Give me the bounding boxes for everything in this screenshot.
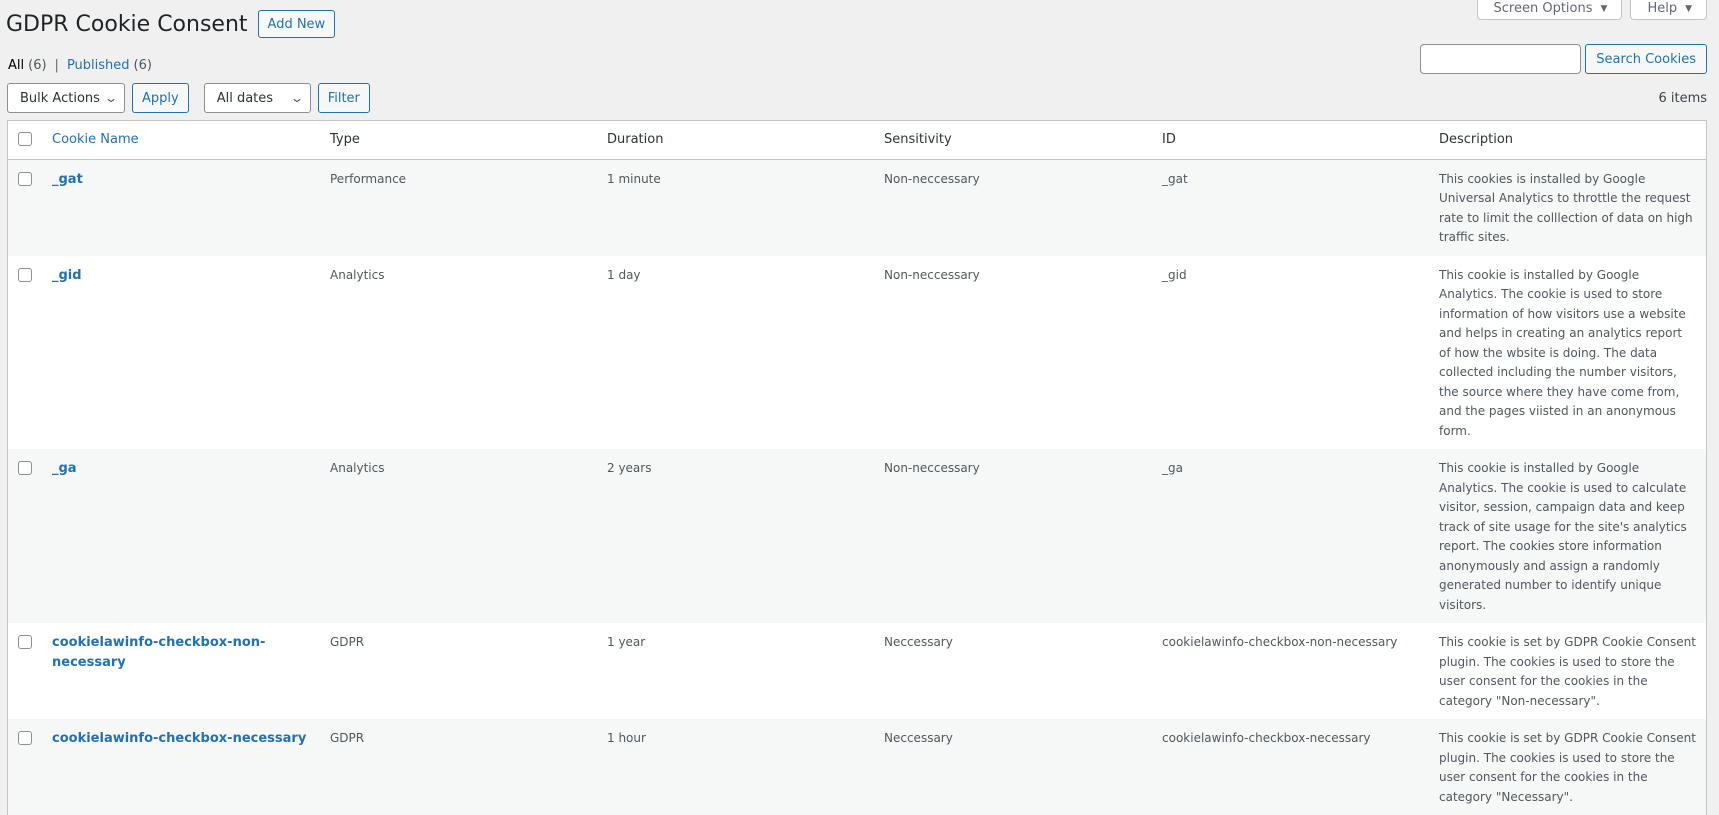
- bulk-actions-select[interactable]: Bulk Actions ⌄: [7, 83, 125, 113]
- view-separator: |: [54, 58, 59, 73]
- cookie-description: This cookie is set by GDPR Cookie Consen…: [1429, 623, 1706, 719]
- search-cookies-button[interactable]: Search Cookies: [1585, 44, 1707, 74]
- cookie-description: This cookie is installed by Google Analy…: [1429, 255, 1706, 449]
- view-published-link[interactable]: Published: [67, 58, 130, 73]
- chevron-down-icon: ⌄: [103, 91, 119, 105]
- column-type: Type: [320, 121, 597, 160]
- cookie-name-link[interactable]: _gid: [52, 268, 82, 283]
- cookie-id: _ga: [1152, 449, 1429, 623]
- page-title: GDPR Cookie Consent: [6, 11, 248, 37]
- table-row: cookielawinfo-checkbox-necessary GDPR 1 …: [8, 719, 1706, 815]
- select-all-cell: [8, 121, 42, 160]
- cookie-sensitivity: Neccessary: [874, 623, 1152, 719]
- cookie-description: This cookies is installed by Google Univ…: [1429, 159, 1706, 256]
- table-header-row: Cookie Name Type Duration Sensitivity ID…: [8, 121, 1706, 160]
- cookie-duration: 1 year: [597, 623, 874, 719]
- chevron-down-icon: ⌄: [289, 91, 304, 105]
- table-row: _ga Analytics 2 years Non-neccessary _ga…: [8, 449, 1706, 623]
- cookie-type: GDPR: [320, 719, 597, 815]
- table-row: _gat Performance 1 minute Non-neccessary…: [8, 159, 1706, 256]
- cookies-table: Cookie Name Type Duration Sensitivity ID…: [7, 120, 1707, 815]
- caret-down-icon: ▼: [1600, 3, 1608, 14]
- cookie-duration: 2 years: [597, 449, 874, 623]
- help-label: Help: [1647, 1, 1678, 16]
- cookie-sensitivity: Non-neccessary: [874, 159, 1152, 256]
- page-header: GDPR Cookie Consent Add New: [6, 10, 336, 38]
- items-count: 6 items: [1658, 90, 1707, 106]
- table-row: _gid Analytics 1 day Non-neccessary _gid…: [8, 255, 1706, 449]
- cookie-duration: 1 hour: [597, 719, 874, 815]
- apply-button[interactable]: Apply: [132, 83, 189, 113]
- cookie-id: cookielawinfo-checkbox-necessary: [1152, 719, 1429, 815]
- row-checkbox[interactable]: [18, 635, 32, 649]
- cookie-description: This cookie is set by GDPR Cookie Consen…: [1429, 719, 1706, 815]
- column-description: Description: [1429, 121, 1706, 160]
- search-box: Search Cookies: [1420, 44, 1707, 74]
- filter-button[interactable]: Filter: [317, 83, 370, 113]
- dates-select[interactable]: All dates ⌄: [203, 83, 311, 113]
- cookie-id: _gid: [1152, 255, 1429, 449]
- screen-meta-links: Screen Options ▼ Help ▼: [1476, 0, 1707, 20]
- cookie-id: cookielawinfo-checkbox-non-necessary: [1152, 623, 1429, 719]
- cookie-sensitivity: Non-neccessary: [874, 449, 1152, 623]
- column-sensitivity: Sensitivity: [874, 121, 1152, 160]
- status-views: All (6) | Published (6): [8, 58, 152, 73]
- tablenav-top: Bulk Actions ⌄ Apply All dates ⌄ Filter …: [7, 83, 1707, 113]
- cookie-name-link[interactable]: _ga: [52, 461, 77, 476]
- column-duration: Duration: [597, 121, 874, 160]
- caret-down-icon: ▼: [1685, 3, 1692, 14]
- cookie-duration: 1 minute: [597, 159, 874, 256]
- bulk-actions-value: Bulk Actions: [20, 90, 100, 106]
- help-button[interactable]: Help ▼: [1630, 0, 1707, 20]
- table-row: cookielawinfo-checkbox-non-necessary GDP…: [8, 623, 1706, 719]
- view-published-count: (6): [133, 58, 152, 73]
- row-checkbox[interactable]: [18, 171, 32, 186]
- cookie-type: Analytics: [320, 255, 597, 449]
- screen-options-button[interactable]: Screen Options ▼: [1476, 0, 1623, 20]
- cookie-sensitivity: Non-neccessary: [874, 255, 1152, 449]
- add-new-button[interactable]: Add New: [257, 10, 336, 38]
- dates-value: All dates: [216, 90, 274, 106]
- cookie-sensitivity: Neccessary: [874, 719, 1152, 815]
- row-checkbox[interactable]: [18, 267, 32, 282]
- cookie-type: GDPR: [320, 623, 597, 719]
- column-cookie-name-link[interactable]: Cookie Name: [52, 132, 139, 147]
- cookie-description: This cookie is installed by Google Analy…: [1429, 449, 1706, 623]
- cookie-type: Performance: [320, 159, 597, 256]
- column-id: ID: [1152, 121, 1429, 160]
- view-all-count: (6): [28, 58, 47, 73]
- cookie-id: _gat: [1152, 159, 1429, 256]
- screen-options-label: Screen Options: [1493, 1, 1593, 16]
- cookie-duration: 1 day: [597, 255, 874, 449]
- select-all-checkbox[interactable]: [18, 131, 32, 146]
- column-cookie-name[interactable]: Cookie Name: [42, 121, 320, 160]
- cookie-type: Analytics: [320, 449, 597, 623]
- row-checkbox[interactable]: [18, 731, 32, 745]
- cookie-name-link[interactable]: cookielawinfo-checkbox-non-necessary: [52, 635, 265, 670]
- view-all-link[interactable]: All: [8, 58, 24, 73]
- search-input[interactable]: [1420, 44, 1582, 74]
- cookie-name-link[interactable]: cookielawinfo-checkbox-necessary: [52, 731, 306, 746]
- row-checkbox[interactable]: [18, 461, 32, 475]
- cookie-name-link[interactable]: _gat: [52, 172, 83, 187]
